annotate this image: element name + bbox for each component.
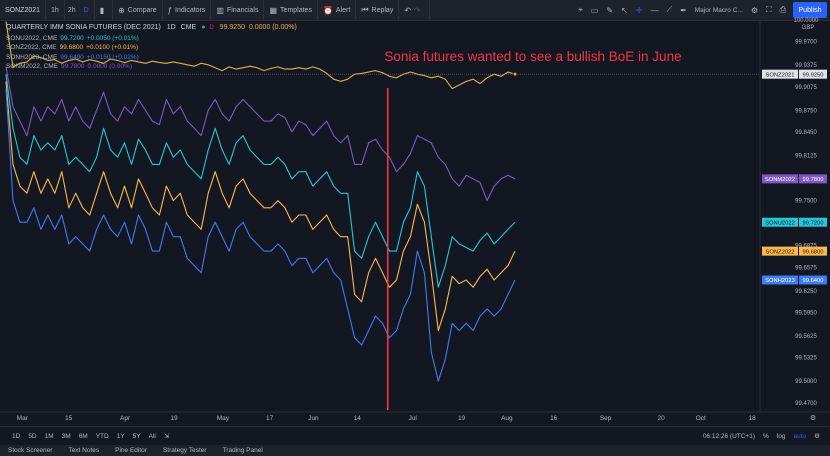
auto-toggle[interactable]: auto — [790, 433, 811, 440]
x-tick-label: 20 — [657, 415, 665, 422]
legend-sym: SONH2023, CME — [6, 53, 58, 61]
y-tick-label: 99.6250 — [795, 289, 817, 295]
legend-row[interactable]: SONU2022, CME 99.7200 +0.0050 (+0.01%) — [6, 34, 297, 44]
range-all[interactable]: All — [145, 433, 160, 440]
bottom-tabs: Stock Screener Text Notes Pine Editor St… — [0, 445, 830, 456]
percent-toggle[interactable]: % — [759, 433, 773, 440]
bottom-bar: 1D 5D 1M 3M 6M YTD 1Y 5Y All ⇲ 06:12:26 … — [0, 426, 830, 445]
y-tick-label: 99.6575 — [795, 265, 817, 271]
legend-dot: ● — [201, 24, 206, 31]
legend-interval: 1D — [166, 24, 176, 31]
x-tick-label: 15 — [65, 415, 73, 422]
y-tick-label: 100.0000 — [793, 18, 819, 24]
legend-row[interactable]: SONZ2022, CME 99.6800 +0.0100 (+0.01%) — [6, 43, 297, 53]
y-tick-label: 99.8450 — [795, 130, 817, 136]
series-line-sonz2022[interactable] — [5, 81, 516, 332]
x-tick-label: Sep — [600, 415, 612, 422]
y-tick-label: 99.7500 — [795, 199, 817, 205]
series-line-sonm2022[interactable] — [5, 66, 516, 202]
log-toggle[interactable]: log — [773, 433, 790, 440]
legend-main-value: 99.9250 — [219, 24, 245, 31]
series-name-label: SONH2023 — [765, 278, 795, 284]
x-tick-label: Jun — [308, 415, 319, 422]
legend-val: 99.6400 — [60, 53, 84, 61]
x-tick-label: 18 — [749, 415, 757, 422]
legend-val: 99.7200 — [60, 34, 84, 42]
legend-chg: 0.0000 (0.00%) — [87, 63, 132, 70]
legend-val: 99.6800 — [59, 44, 84, 51]
legend-sym: SONU2022, CME — [6, 34, 58, 42]
tab-pine-editor[interactable]: Pine Editor — [107, 445, 155, 456]
currency-label: GBP — [802, 25, 815, 31]
series-name-label: SONM2022 — [765, 177, 795, 183]
y-tick-label: 99.5000 — [795, 379, 817, 385]
series-name-label: SONZ2022 — [766, 249, 795, 255]
series-line-sonu2022[interactable] — [5, 74, 516, 288]
x-tick-label: 19 — [458, 415, 466, 422]
series-value-label: 99.6400 — [803, 278, 824, 284]
legend-title-row: QUARTERLY IMM SONIA FUTURES (DEC 2021) 1… — [6, 23, 297, 34]
x-tick-label: 19 — [170, 415, 178, 422]
y-tick-label: 99.8750 — [795, 108, 817, 114]
x-tick-label: 16 — [550, 415, 558, 422]
series-line-sonh2023[interactable] — [5, 88, 516, 382]
y-tick-label: 99.9700 — [795, 40, 817, 46]
x-tick-label: Jul — [409, 415, 418, 422]
legend-val: 99.7800 — [61, 63, 85, 70]
y-tick-label: 99.9375 — [795, 63, 817, 69]
series-value-label: 99.6800 — [803, 249, 824, 255]
range-6m[interactable]: 6M — [75, 433, 92, 440]
legend-chg: +0.0150 (+0.02%) — [86, 53, 139, 61]
legend-d-badge: D — [209, 25, 214, 31]
range-1d[interactable]: 1D — [8, 433, 24, 440]
y-tick-label: 99.5625 — [795, 334, 817, 340]
tab-strategy-tester[interactable]: Strategy Tester — [155, 445, 215, 456]
annotation-text[interactable]: Sonia futures wanted to see a bullish Bo… — [384, 49, 681, 64]
x-tick-label: Apr — [120, 415, 131, 422]
range-3m[interactable]: 3M — [58, 433, 75, 440]
series-name-label: SONZ2021 — [766, 72, 795, 78]
date-range-icon[interactable]: ⇲ — [160, 432, 173, 440]
legend-chg: +0.0050 (+0.01%) — [86, 34, 139, 42]
last-point-marker — [512, 71, 518, 77]
range-5d[interactable]: 5D — [24, 433, 40, 440]
legend: QUARTERLY IMM SONIA FUTURES (DEC 2021) 1… — [6, 23, 297, 72]
legend-chg: +0.0100 (+0.01%) — [86, 44, 139, 51]
x-tick-label: Mar — [17, 415, 29, 422]
legend-sym: SONZ2022, CME — [6, 44, 57, 51]
tab-stock-screener[interactable]: Stock Screener — [0, 445, 60, 456]
clock-time[interactable]: 06:12:26 (UTC+1) — [699, 433, 759, 440]
legend-row[interactable]: SONH2023, CME 99.6400 +0.0150 (+0.02%) — [6, 53, 297, 63]
series-name-label: SONU2022 — [765, 220, 795, 226]
y-tick-label: 99.5950 — [795, 311, 817, 317]
x-tick-label: May — [217, 415, 230, 422]
axis-settings-icon[interactable]: ⚙ — [810, 414, 816, 422]
legend-row[interactable]: SONM2022, CME 99.7800 0.0000 (0.00%) — [6, 62, 297, 72]
range-1m[interactable]: 1M — [41, 433, 58, 440]
x-tick-label: 17 — [266, 415, 274, 422]
x-tick-label: 14 — [354, 415, 362, 422]
series-value-label: 99.7200 — [803, 220, 824, 226]
settings-icon[interactable]: ⚙ — [810, 432, 824, 440]
range-ytd[interactable]: YTD — [92, 433, 113, 440]
y-tick-label: 99.4700 — [795, 401, 817, 407]
legend-exchange: CME — [180, 24, 197, 31]
range-1y[interactable]: 1Y — [113, 433, 129, 440]
tab-trading-panel[interactable]: Trading Panel — [215, 445, 271, 456]
series-value-label: 99.9250 — [803, 72, 824, 78]
x-tick-label: Aug — [501, 415, 513, 422]
tab-text-notes[interactable]: Text Notes — [60, 445, 107, 456]
y-tick-label: 99.9075 — [795, 85, 817, 91]
legend-sym: SONM2022, CME — [6, 63, 59, 70]
range-5y[interactable]: 5Y — [129, 433, 145, 440]
x-tick-label: Oct — [696, 415, 706, 422]
legend-title: QUARTERLY IMM SONIA FUTURES (DEC 2021) — [6, 24, 161, 31]
y-tick-label: 99.5325 — [795, 356, 817, 362]
series-value-label: 99.7800 — [803, 177, 824, 183]
legend-main-change: 0.0000 (0.00%) — [248, 24, 297, 31]
y-tick-label: 99.8125 — [795, 153, 817, 159]
